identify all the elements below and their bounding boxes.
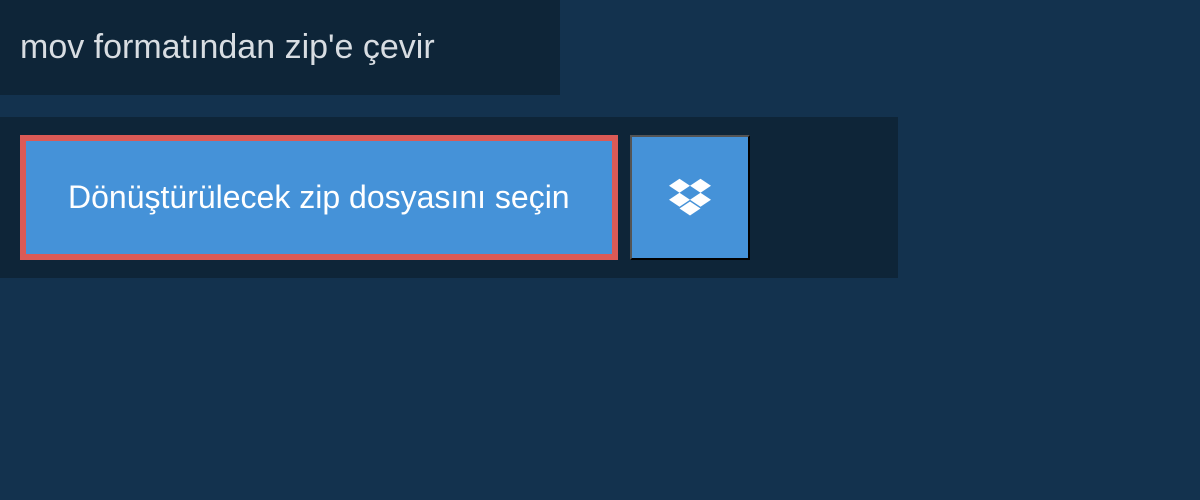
select-file-button[interactable]: Dönüştürülecek zip dosyasını seçin — [20, 135, 618, 260]
page-title: mov formatından zip'e çevir — [20, 28, 540, 67]
dropbox-button[interactable] — [630, 135, 750, 260]
dropbox-icon — [669, 178, 711, 218]
file-select-panel: Dönüştürülecek zip dosyasını seçin — [0, 117, 898, 278]
title-bar: mov formatından zip'e çevir — [0, 0, 560, 95]
select-file-label: Dönüştürülecek zip dosyasını seçin — [68, 179, 570, 216]
